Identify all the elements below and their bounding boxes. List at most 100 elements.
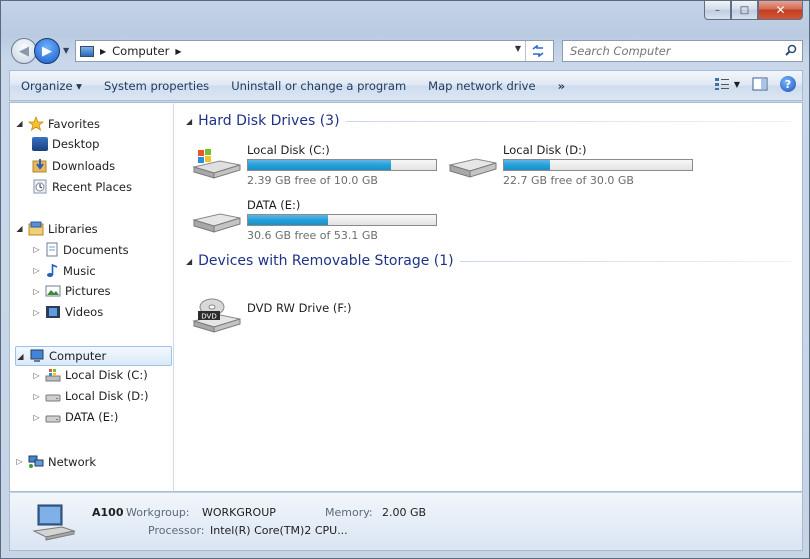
nav-item-videos[interactable]: ▷ Videos — [32, 305, 103, 319]
breadcrumb-chevron-icon[interactable]: ▶ — [175, 47, 181, 56]
collapse-arrow-icon[interactable]: ◢ — [15, 224, 24, 233]
expand-arrow-icon[interactable]: ▷ — [32, 413, 41, 422]
nav-item-local-disk-c[interactable]: ▷ Local Disk (C:) — [32, 368, 147, 382]
dvd-drive-icon: DVD — [192, 298, 241, 333]
recent-pages-dropdown[interactable]: ▼ — [63, 46, 69, 55]
expand-arrow-icon[interactable]: ▷ — [32, 371, 41, 380]
desktop-icon — [32, 137, 48, 151]
processor-label: Processor: — [148, 524, 205, 537]
drive-dvd-rw-f[interactable]: DVD DVD RW Drive (F:) — [190, 293, 440, 337]
expand-arrow-icon[interactable]: ▷ — [32, 287, 41, 296]
star-icon — [28, 116, 44, 131]
system-drive-icon — [192, 149, 241, 179]
more-commands-button[interactable]: » — [547, 79, 576, 93]
nav-computer-label: Computer — [49, 349, 107, 363]
dvd-logo-text: DVD — [201, 313, 216, 321]
group-divider — [345, 120, 791, 122]
map-network-drive-button[interactable]: Map network drive — [417, 79, 546, 93]
workgroup-value: WORKGROUP — [202, 506, 276, 519]
breadcrumb-separator-icon[interactable]: ▶ — [100, 47, 106, 56]
nav-item-downloads[interactable]: Downloads — [32, 158, 115, 173]
nav-item-music[interactable]: ▷ Music — [32, 263, 95, 278]
nav-libraries[interactable]: ◢ Libraries — [15, 221, 98, 236]
documents-icon — [46, 242, 58, 257]
nav-item-recent-places[interactable]: Recent Places — [32, 179, 132, 194]
processor-value: Intel(R) Core(TM)2 CPU... — [210, 524, 348, 537]
group-header-removable-storage[interactable]: ◢ Devices with Removable Storage (1) — [186, 253, 791, 269]
collapse-group-icon[interactable]: ◢ — [186, 257, 192, 266]
collapse-arrow-icon[interactable]: ◢ — [15, 119, 24, 128]
nav-network[interactable]: ▷ Network — [15, 454, 96, 469]
drive-usage-fill — [504, 160, 550, 170]
drive-name: DVD RW Drive (F:) — [247, 301, 352, 315]
downloads-folder-icon — [32, 159, 47, 173]
close-button[interactable]: ✕ — [758, 1, 803, 20]
system-properties-button[interactable]: System properties — [93, 79, 220, 93]
pictures-icon — [45, 285, 61, 297]
search-input[interactable] — [570, 44, 770, 58]
hard-drive-icon — [192, 213, 241, 233]
nav-item-label: Documents — [63, 242, 129, 257]
drive-data-e[interactable]: DATA (E:) 30.6 GB free of 53.1 GB — [190, 198, 440, 242]
nav-item-label: Videos — [65, 305, 104, 319]
nav-network-label: Network — [48, 454, 97, 469]
change-view-button[interactable]: ▼ — [714, 77, 740, 91]
organize-menu[interactable]: Organize ▾ — [10, 79, 93, 93]
view-controls: ▼ ? — [714, 76, 796, 92]
nav-item-pictures[interactable]: ▷ Pictures — [32, 284, 111, 298]
nav-item-desktop[interactable]: Desktop — [32, 137, 99, 151]
drive-name: DATA (E:) — [247, 198, 301, 212]
expand-arrow-icon[interactable]: ▷ — [15, 457, 24, 466]
refresh-button[interactable] — [525, 41, 549, 61]
nav-favorites-label: Favorites — [48, 116, 100, 131]
back-arrow-icon: ◀ — [19, 43, 29, 59]
nav-favorites[interactable]: ◢ Favorites — [15, 116, 100, 131]
drive-local-disk-d[interactable]: Local Disk (D:) 22.7 GB free of 30.0 GB — [446, 143, 696, 187]
expand-arrow-icon[interactable]: ▷ — [32, 266, 41, 275]
nav-item-label: Recent Places — [52, 179, 132, 194]
nav-item-local-disk-d[interactable]: ▷ Local Disk (D:) — [32, 389, 148, 403]
help-icon[interactable]: ? — [780, 76, 796, 92]
forward-arrow-icon: ▶ — [42, 43, 52, 59]
memory-value: 2.00 GB — [382, 506, 427, 519]
nav-item-documents[interactable]: ▷ Documents — [32, 242, 129, 257]
hard-drive-icon — [448, 158, 497, 178]
breadcrumb-computer[interactable]: Computer — [112, 44, 169, 58]
caption-buttons: – □ ✕ — [704, 1, 803, 20]
libraries-icon — [28, 221, 44, 236]
expand-arrow-icon[interactable]: ▷ — [32, 308, 41, 317]
breadcrumb: ▶ Computer ▶ — [76, 44, 181, 58]
workgroup-label: Workgroup: — [126, 506, 190, 519]
forward-button[interactable]: ▶ — [34, 38, 60, 64]
music-icon — [47, 263, 58, 277]
address-bar[interactable]: ▶ Computer ▶ ▼ — [75, 40, 554, 62]
explorer-window: – □ ✕ ◀ ▶ ▼ ▶ Computer ▶ ▼ Search Comput… — [0, 0, 810, 559]
uninstall-program-button[interactable]: Uninstall or change a program — [220, 79, 417, 93]
minimize-button[interactable]: – — [704, 1, 731, 20]
computer-icon — [80, 45, 94, 57]
expand-arrow-icon[interactable]: ▷ — [32, 245, 41, 254]
collapse-arrow-icon[interactable]: ◢ — [16, 352, 25, 361]
recent-places-icon — [33, 179, 47, 194]
nav-item-data-e[interactable]: ▷ DATA (E:) — [32, 410, 118, 424]
nav-item-label: Pictures — [65, 284, 111, 298]
expand-arrow-icon[interactable]: ▷ — [32, 392, 41, 401]
search-icon[interactable] — [785, 44, 797, 56]
computer-icon — [30, 349, 44, 362]
view-options-icon — [714, 78, 729, 90]
computer-name: A100 — [92, 506, 124, 519]
nav-item-label: Downloads — [52, 158, 116, 173]
drive-usage-fill — [248, 215, 328, 225]
group-header-hard-disk-drives[interactable]: ◢ Hard Disk Drives (3) — [186, 113, 791, 129]
maximize-button[interactable]: □ — [731, 1, 758, 20]
drive-local-disk-c[interactable]: Local Disk (C:) 2.39 GB free of 10.0 GB — [190, 143, 440, 187]
view-dropdown-icon: ▼ — [733, 79, 740, 89]
nav-computer[interactable]: ◢ Computer — [15, 346, 172, 366]
search-box[interactable] — [562, 40, 803, 62]
drive-name: Local Disk (D:) — [503, 143, 587, 157]
nav-item-label: DATA (E:) — [65, 410, 119, 424]
collapse-group-icon[interactable]: ◢ — [186, 117, 192, 126]
group-divider — [459, 260, 791, 262]
address-dropdown-icon[interactable]: ▼ — [515, 44, 521, 53]
preview-pane-icon[interactable] — [752, 77, 768, 91]
